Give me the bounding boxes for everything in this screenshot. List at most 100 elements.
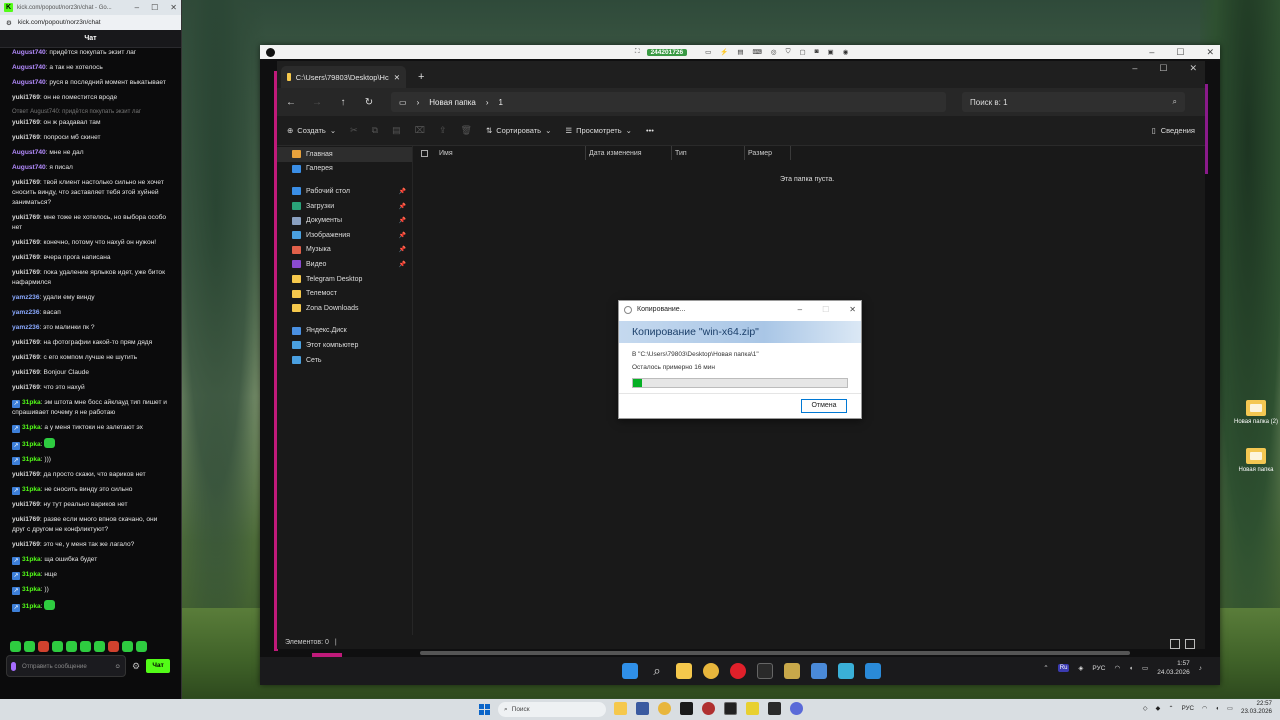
notification-icon[interactable]: ♪ bbox=[1199, 665, 1202, 672]
chat-message[interactable]: ↗ 31pka: не сносить винду это сильно bbox=[12, 485, 171, 495]
chat-username[interactable]: August740 bbox=[12, 164, 46, 171]
sidebar-item[interactable]: Яндекс.Диск bbox=[277, 324, 412, 339]
chat-send-button[interactable]: Чат bbox=[146, 659, 171, 673]
chat-username[interactable]: yuki1769 bbox=[12, 354, 40, 361]
chat-message[interactable]: yuki1769: твой клиент настолько сильно н… bbox=[12, 178, 171, 208]
desktop-icon-new-folder[interactable]: Новая папка bbox=[1234, 448, 1278, 474]
details-view-icon[interactable] bbox=[1170, 639, 1180, 649]
close-icon[interactable]: ✕ bbox=[1206, 47, 1214, 58]
chat-username[interactable]: 31pka bbox=[22, 486, 41, 493]
sidebar-item[interactable]: Сеть bbox=[277, 353, 412, 368]
chat-username[interactable]: yuki1769 bbox=[12, 269, 40, 276]
sidebar-item[interactable]: Документы 📌 bbox=[277, 213, 412, 228]
chat-username[interactable]: 31pka bbox=[22, 586, 41, 593]
sort-button[interactable]: ⇅ Сортировать ⌄ bbox=[486, 126, 551, 135]
refresh-icon[interactable]: ↻ bbox=[363, 97, 375, 108]
start-icon[interactable] bbox=[622, 663, 638, 679]
chat-username[interactable]: yuki1769 bbox=[12, 471, 40, 478]
sidebar-item[interactable]: Этот компьютер bbox=[277, 338, 412, 353]
maximize-icon[interactable]: ☐ bbox=[1159, 63, 1167, 74]
language-badge[interactable]: Ru bbox=[1057, 664, 1070, 672]
close-icon[interactable]: ✕ bbox=[849, 305, 856, 314]
horizontal-scrollbar[interactable] bbox=[420, 651, 1130, 655]
sidebar-item[interactable]: Рабочий стол 📌 bbox=[277, 184, 412, 199]
chat-message[interactable]: ↗ 31pka: а у меня тиктоки не залетают эх bbox=[12, 423, 171, 433]
emote-icon[interactable] bbox=[66, 641, 77, 652]
chat-message[interactable]: yuki1769: да просто скажи, что вариков н… bbox=[12, 470, 171, 480]
game-app-icon[interactable] bbox=[724, 702, 737, 715]
close-icon[interactable]: ✕ bbox=[170, 3, 177, 12]
chat-message[interactable]: yuki1769: разве если много впнов скачано… bbox=[12, 515, 171, 535]
address-bar[interactable]: ▭ › Новая папка › 1 bbox=[391, 92, 946, 112]
chat-message[interactable]: ↗ 31pka: ))) bbox=[12, 455, 171, 465]
chat-message[interactable]: ↗ 31pka: bbox=[12, 438, 171, 450]
chat-message[interactable]: yuki1769: ну тут реально вариков нет bbox=[12, 500, 171, 510]
chat-username[interactable]: 31pka bbox=[22, 556, 41, 563]
taskbar-search[interactable]: ⌕ Поиск bbox=[498, 702, 606, 717]
wifi-icon[interactable]: ◠ bbox=[1114, 664, 1120, 672]
site-settings-icon[interactable]: ⚙ bbox=[6, 19, 12, 27]
app-icon[interactable] bbox=[636, 702, 649, 715]
chat-message[interactable]: August740: мне не дал bbox=[12, 148, 171, 158]
column-header-type[interactable]: Тип bbox=[672, 146, 745, 160]
chat-message[interactable]: yuki1769: он ж раздавал там bbox=[12, 118, 171, 128]
sidebar-item[interactable]: Zona Downloads bbox=[277, 301, 412, 316]
volume-icon[interactable]: ◖ bbox=[1129, 665, 1133, 672]
chat-username[interactable]: yuki1769 bbox=[12, 179, 40, 186]
sidebar-item[interactable]: Изображения 📌 bbox=[277, 228, 412, 243]
image-icon[interactable]: ▣ bbox=[828, 48, 834, 56]
emote-icon[interactable] bbox=[136, 641, 147, 652]
chat-username[interactable]: yuki1769 bbox=[12, 119, 40, 126]
delete-icon[interactable]: 🗑 bbox=[461, 125, 472, 136]
chat-username[interactable]: yuki1769 bbox=[12, 214, 40, 221]
sidebar-item[interactable]: Видео 📌 bbox=[277, 257, 412, 272]
sidebar-item[interactable]: Музыка 📌 bbox=[277, 243, 412, 258]
chat-message[interactable]: August740: придётся покупать экзит лаг bbox=[12, 48, 171, 58]
emote-icon[interactable] bbox=[94, 641, 105, 652]
clock[interactable]: 22:57 23.03.2026 bbox=[1241, 700, 1272, 716]
language-indicator[interactable]: РУС bbox=[1182, 705, 1194, 712]
chat-username[interactable]: 31pka bbox=[22, 456, 41, 463]
chat-message[interactable]: yuki1769: это че, у меня так же лагало? bbox=[12, 540, 171, 550]
file-explorer-icon[interactable] bbox=[614, 702, 627, 715]
chat-message[interactable]: yuki1769: конечно, потому что нахуй он н… bbox=[12, 238, 171, 248]
chrome-icon[interactable] bbox=[703, 663, 719, 679]
file-explorer-icon[interactable] bbox=[676, 663, 692, 679]
chat-username[interactable]: yamz236 bbox=[12, 294, 40, 301]
cancel-button[interactable]: Отмена bbox=[801, 399, 847, 413]
volume-icon[interactable]: ◖ bbox=[1215, 705, 1219, 712]
chat-message-list[interactable]: August740: придётся покупать экзит лаг Au… bbox=[0, 48, 181, 644]
emote-icon[interactable] bbox=[24, 641, 35, 652]
sidebar-item[interactable]: Загрузки 📌 bbox=[277, 199, 412, 214]
copy-icon[interactable]: ⧉ bbox=[372, 125, 378, 136]
chat-message[interactable]: ↗ 31pka: ща ошибка будет bbox=[12, 555, 171, 565]
chat-username[interactable]: August740 bbox=[12, 64, 46, 71]
chat-message[interactable]: yamz236: это малинки пк ? bbox=[12, 323, 171, 333]
back-arrow-icon[interactable]: ← bbox=[285, 97, 297, 108]
chrome-icon[interactable] bbox=[658, 702, 671, 715]
explorer-tab[interactable]: C:\Users\79803\Desktop\Нс ✕ bbox=[281, 66, 406, 88]
chat-message[interactable]: yuki1769: он не поместится вроде bbox=[12, 93, 171, 103]
chat-url[interactable]: kick.com/popout/norz3n/chat bbox=[18, 19, 101, 26]
windows-start-icon[interactable] bbox=[479, 704, 490, 715]
paste-icon[interactable]: ▤ bbox=[392, 125, 401, 136]
chat-username[interactable]: 31pka bbox=[22, 571, 41, 578]
up-arrow-icon[interactable]: ↑ bbox=[337, 97, 349, 108]
chat-icon[interactable]: ▭ bbox=[705, 48, 711, 56]
select-all-checkbox[interactable] bbox=[421, 149, 428, 157]
cut-icon[interactable]: ✂ bbox=[350, 125, 358, 136]
chat-message[interactable]: yuki1769: с его компом лучше не шутить bbox=[12, 353, 171, 363]
camera-icon[interactable]: ◙ bbox=[815, 48, 819, 56]
app-icon[interactable] bbox=[811, 663, 827, 679]
chat-message[interactable]: August740: а так не хотелось bbox=[12, 63, 171, 73]
column-header-name[interactable]: Имя bbox=[436, 146, 586, 160]
chat-username[interactable]: August740 bbox=[12, 49, 46, 56]
chat-message[interactable]: ↗ 31pka: )) bbox=[12, 585, 171, 595]
sidebar-item[interactable]: Telegram Desktop bbox=[277, 272, 412, 287]
details-button[interactable]: ▯ Сведения bbox=[1152, 126, 1195, 135]
explorer-search-box[interactable]: Поиск в: 1 ⌕ bbox=[962, 92, 1185, 112]
chat-username[interactable]: 31pka bbox=[22, 424, 41, 431]
wifi-icon[interactable]: ◠ bbox=[1202, 705, 1207, 712]
chat-message[interactable]: yamz236: васап bbox=[12, 308, 171, 318]
chat-username[interactable]: yuki1769 bbox=[12, 134, 40, 141]
